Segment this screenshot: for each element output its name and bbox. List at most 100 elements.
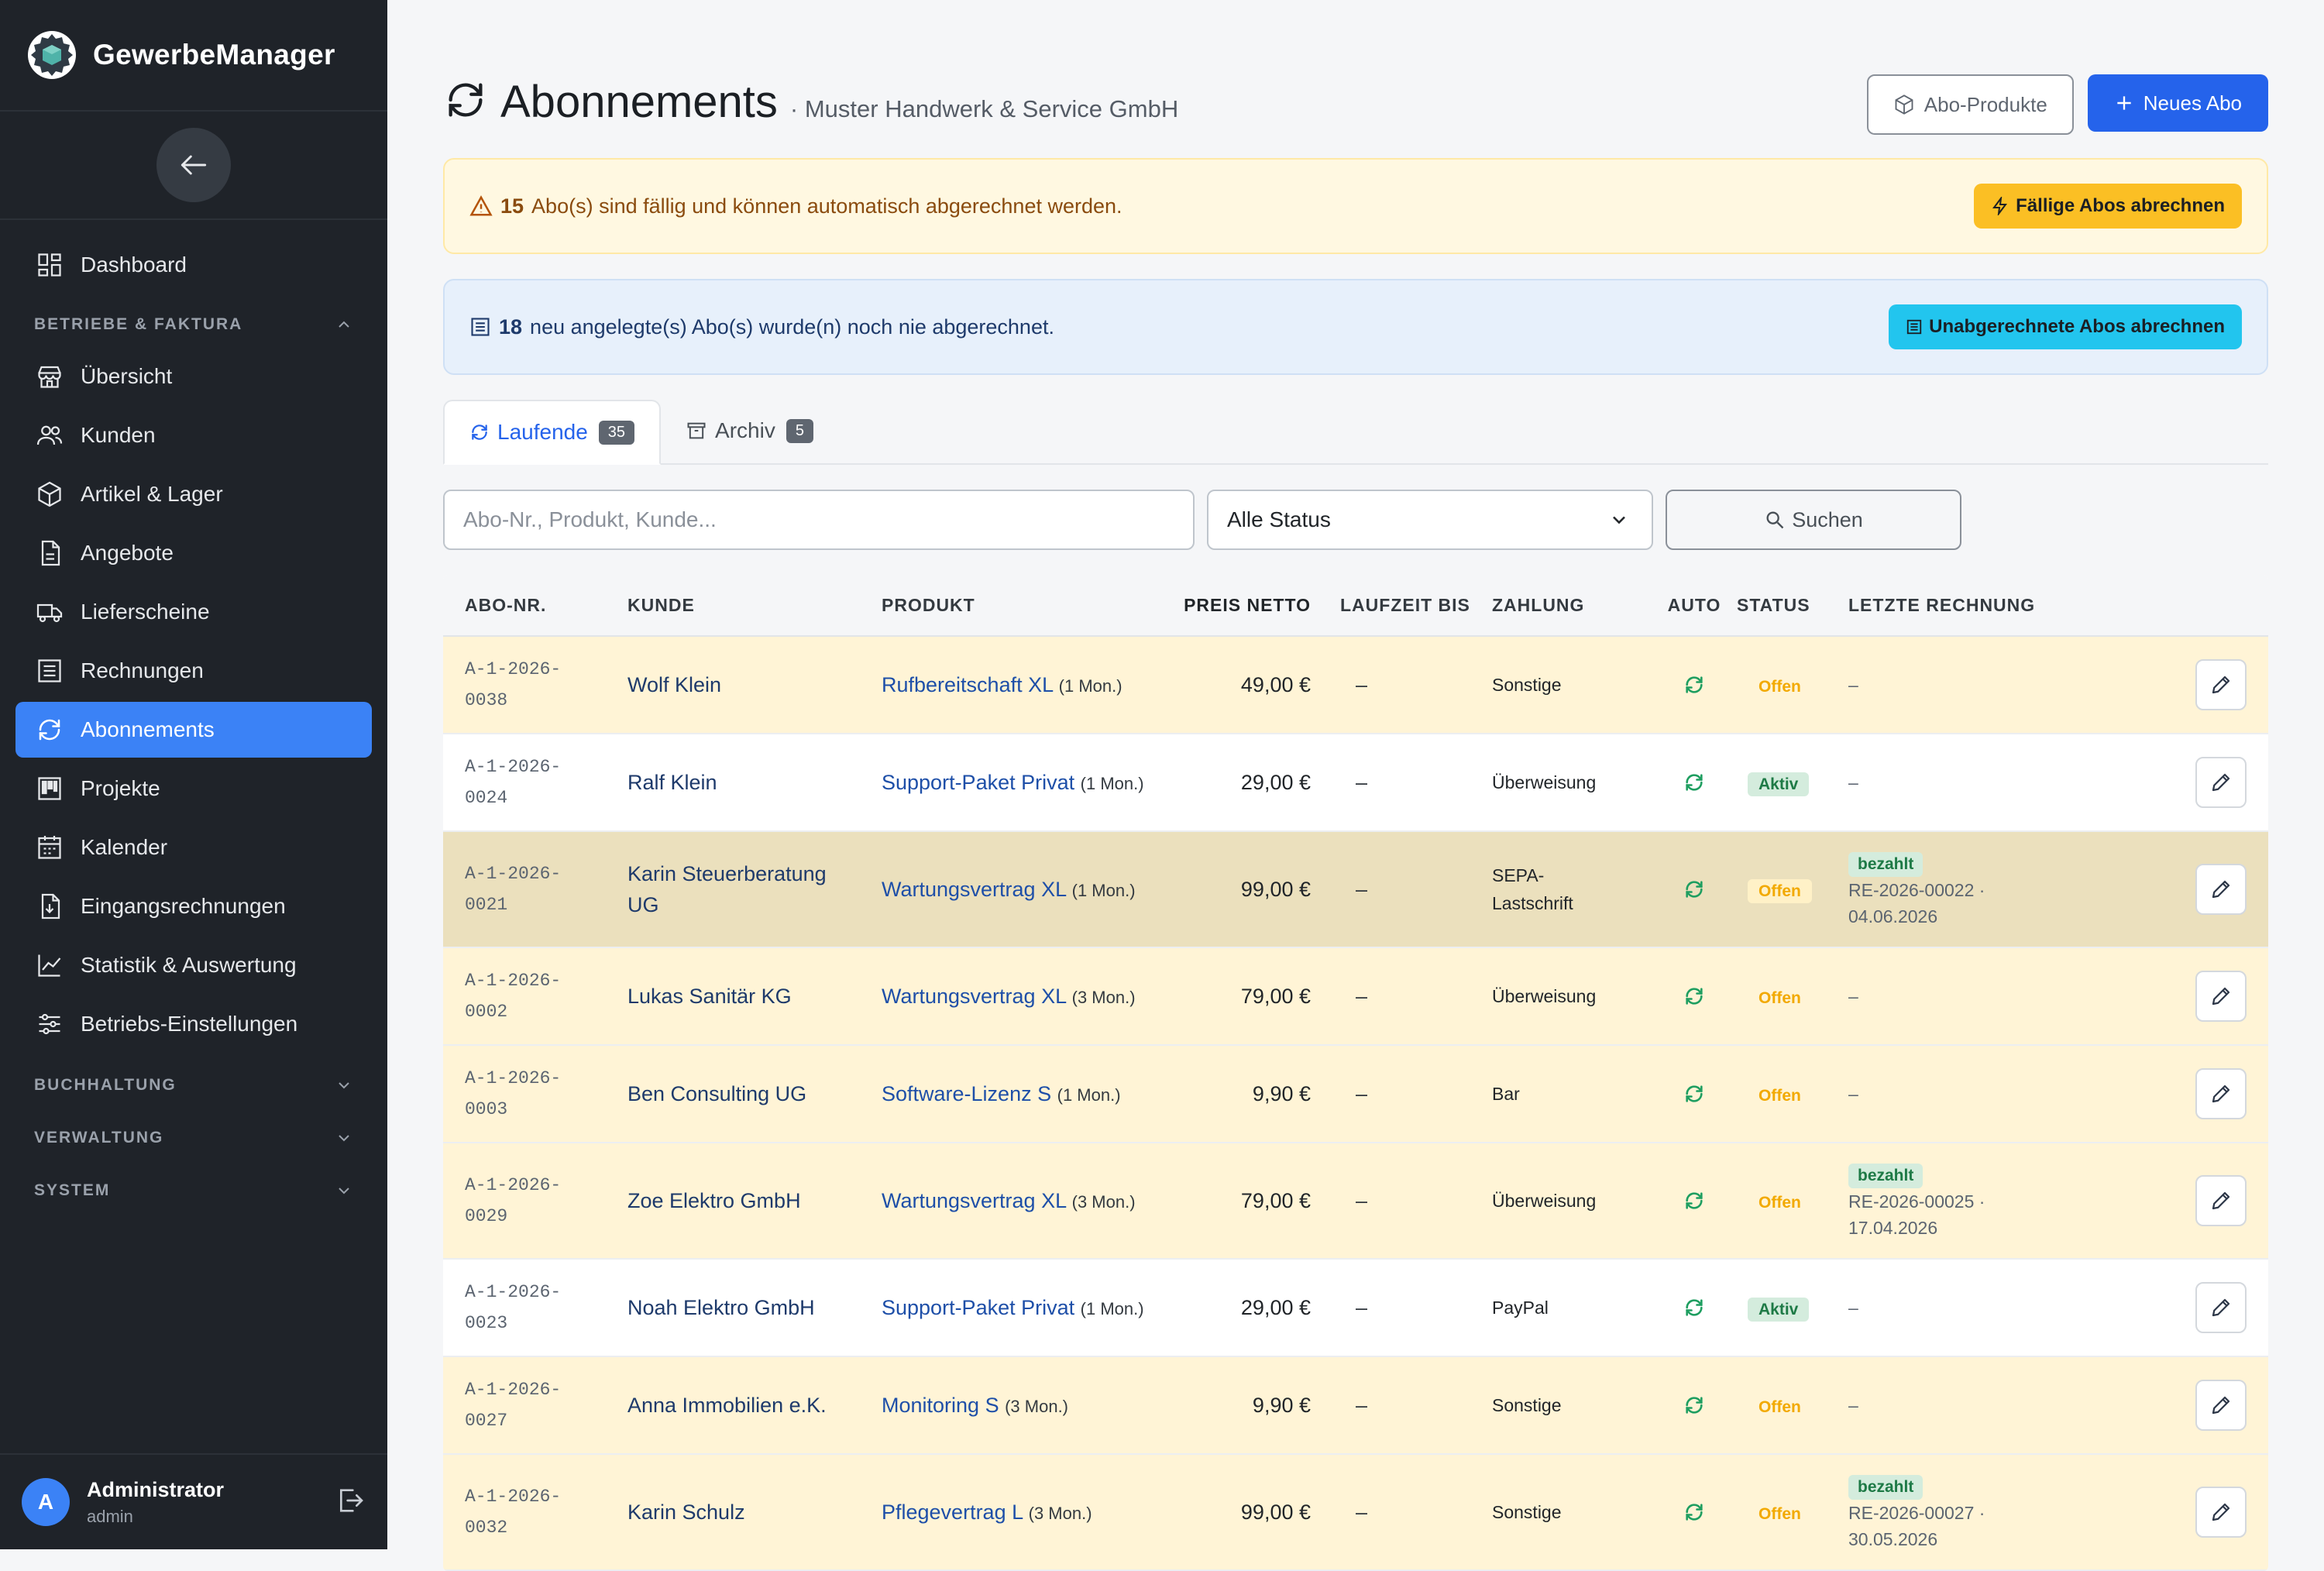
edit-button[interactable] [2195,1380,2247,1431]
kunde-link[interactable]: Ralf Klein [606,767,860,798]
letzte-rechnung[interactable]: bezahlt RE-2026-00027 · 30.05.2026 [1848,1473,2106,1552]
produkt-link[interactable]: Rufbereitschaft XL (1 Mon.) [860,673,1179,697]
table-row[interactable]: A-1-2026- 0021 Karin Steuerberatung UG Wartu… [443,832,2268,948]
produkt-name: Rufbereitschaft XL [882,672,1054,696]
tab-laufende[interactable]: Laufende 35 [443,400,662,465]
edit-button[interactable] [2195,757,2247,808]
kunde-link[interactable]: Karin Steuerberatung UG [606,858,860,920]
sidebar-item-statistik[interactable]: Statistik & Auswertung [15,937,372,993]
edit-button[interactable] [2195,1068,2247,1119]
section-verwaltung[interactable]: VERWALTUNG [0,1114,387,1162]
produkt-link[interactable]: Support-Paket Privat (1 Mon.) [860,1296,1179,1320]
letzte-rechnung[interactable]: bezahlt RE-2026-00025 · 17.04.2026 [1848,1161,2106,1241]
abo-nr[interactable]: A-1-2026- 0023 [443,1277,606,1339]
sidebar-item-betriebs-einstellungen[interactable]: Betriebs-Einstellungen [15,996,372,1052]
kunde-link[interactable]: Anna Immobilien e.K. [606,1390,860,1421]
auto-renew-icon [1656,772,1732,793]
brand[interactable]: GewerbeManager [0,0,387,112]
sidebar-item-rechnungen[interactable]: Rechnungen [15,643,372,699]
table-row[interactable]: A-1-2026- 0029 Zoe Elektro GmbH Wartungsver… [443,1143,2268,1260]
col-status[interactable]: STATUS [1732,595,1848,616]
abo-nr-line: 0002 [465,1002,508,1022]
produkt-link[interactable]: Wartungsvertrag XL (1 Mon.) [860,878,1179,902]
kunde-link[interactable]: Wolf Klein [606,669,860,700]
search-button[interactable]: Suchen [1666,490,1961,550]
abo-nr[interactable]: A-1-2026- 0038 [443,654,606,716]
tabs: Laufende 35 Archiv 5 [443,400,2268,465]
sidebar-item-kalender[interactable]: Kalender [15,820,372,875]
table-row[interactable]: A-1-2026- 0032 Karin Schulz Pflegevertrag L… [443,1455,2268,1571]
sidebar-item-uebersicht[interactable]: Übersicht [15,349,372,404]
table-row[interactable]: A-1-2026- 0002 Lukas Sanitär KG Wartungsver… [443,948,2268,1046]
col-preis-netto[interactable]: PREIS NETTO [1179,595,1318,616]
search-input[interactable] [443,490,1195,550]
abo-nr[interactable]: A-1-2026- 0029 [443,1170,606,1232]
col-laufzeit-bis[interactable]: LAUFZEIT BIS [1318,595,1481,616]
logout-button[interactable] [335,1485,366,1520]
sidebar-item-lieferscheine[interactable]: Lieferscheine [15,584,372,640]
section-betriebe-faktura[interactable]: BETRIEBE & FAKTURA [0,301,387,349]
col-zahlung[interactable]: ZAHLUNG [1481,591,1656,619]
tab-archiv[interactable]: Archiv 5 [661,400,838,462]
abo-nr[interactable]: A-1-2026- 0032 [443,1481,606,1543]
laufzeit-bis: – [1356,1188,1368,1212]
kunde-link[interactable]: Karin Schulz [606,1497,860,1528]
produkt-link[interactable]: Support-Paket Privat (1 Mon.) [860,771,1179,795]
kunde-link[interactable]: Noah Elektro GmbH [606,1292,860,1323]
status-select[interactable]: Alle Status [1207,490,1653,550]
sidebar-item-dashboard[interactable]: Dashboard [15,237,372,293]
kunde-link[interactable]: Zoe Elektro GmbH [606,1185,860,1216]
kunde-link[interactable]: Lukas Sanitär KG [606,981,860,1012]
abo-nr[interactable]: A-1-2026- 0024 [443,751,606,813]
sidebar-item-eingangsrechnungen[interactable]: Eingangsrechnungen [15,878,372,934]
kunde-link[interactable]: Ben Consulting UG [606,1078,860,1109]
abo-nr[interactable]: A-1-2026- 0002 [443,965,606,1027]
table-row[interactable]: A-1-2026- 0003 Ben Consulting UG Software-L… [443,1046,2268,1143]
table-row[interactable]: A-1-2026- 0027 Anna Immobilien e.K. Monitor… [443,1357,2268,1455]
sidebar-item-projekte[interactable]: Projekte [15,761,372,816]
produkt-link[interactable]: Wartungsvertrag XL (3 Mon.) [860,1189,1179,1213]
abo-nr[interactable]: A-1-2026- 0021 [443,858,606,920]
sidebar-item-angebote[interactable]: Angebote [15,525,372,581]
col-kunde[interactable]: KUNDE [606,590,860,620]
abo-produkte-button[interactable]: Abo-Produkte [1866,74,2074,135]
kanban-icon [34,773,65,804]
archive-icon [687,422,706,439]
abo-nr[interactable]: A-1-2026- 0027 [443,1374,606,1436]
edit-button[interactable] [2195,1487,2247,1538]
sidebar-item-abonnements[interactable]: Abonnements [15,702,372,758]
section-system[interactable]: SYSTEM [0,1167,387,1215]
collapse-sidebar-button[interactable] [156,128,231,202]
table-row[interactable]: A-1-2026- 0024 Ralf Klein Support-Paket Pri… [443,734,2268,832]
edit-button[interactable] [2195,864,2247,915]
faellige-abos-abrechnen-button[interactable]: Fällige Abos abrechnen [1974,184,2242,229]
produkt-link[interactable]: Software-Lizenz S (1 Mon.) [860,1082,1179,1106]
neues-abo-button[interactable]: Neues Abo [2087,74,2268,132]
col-produkt[interactable]: PRODUKT [860,595,1179,616]
avatar[interactable]: A [22,1478,70,1526]
zahlung: SEPA- Lastschrift [1481,861,1656,917]
section-buchhaltung[interactable]: BUCHHALTUNG [0,1061,387,1109]
unabgerechnete-abos-abrechnen-button[interactable]: Unabgerechnete Abos abrechnen [1889,304,2242,349]
abo-nr[interactable]: A-1-2026- 0003 [443,1063,606,1125]
col-letzte-rechnung[interactable]: LETZTE RECHNUNG [1848,592,2106,618]
produkt-link[interactable]: Wartungsvertrag XL (3 Mon.) [860,985,1179,1009]
produkt-link[interactable]: Monitoring S (3 Mon.) [860,1394,1179,1418]
edit-button[interactable] [2195,1175,2247,1226]
preis-netto: 9,90 € [1252,1393,1311,1417]
table-row[interactable]: A-1-2026- 0038 Wolf Klein Rufbereitschaft X… [443,637,2268,734]
chart-line-icon [34,950,65,981]
sidebar-item-artikel-lager[interactable]: Artikel & Lager [15,466,372,522]
sidebar-item-kunden[interactable]: Kunden [15,407,372,463]
letzte-rechnung[interactable]: bezahlt RE-2026-00022 · 04.06.2026 [1848,850,2106,930]
title-row: Abonnements · Muster Handwerk & Service … [443,76,1178,128]
produkt-link[interactable]: Pflegevertrag L (3 Mon.) [860,1501,1179,1525]
edit-button[interactable] [2195,971,2247,1022]
row-actions [2106,1487,2268,1538]
edit-button[interactable] [2195,659,2247,710]
table-row[interactable]: A-1-2026- 0023 Noah Elektro GmbH Support-Pa… [443,1260,2268,1357]
edit-button[interactable] [2195,1282,2247,1333]
produkt-name: Pflegevertrag L [882,1500,1023,1524]
col-abo-nr[interactable]: ABO-NR. [443,590,606,620]
letzte-rechnung: – [1848,983,2106,1009]
